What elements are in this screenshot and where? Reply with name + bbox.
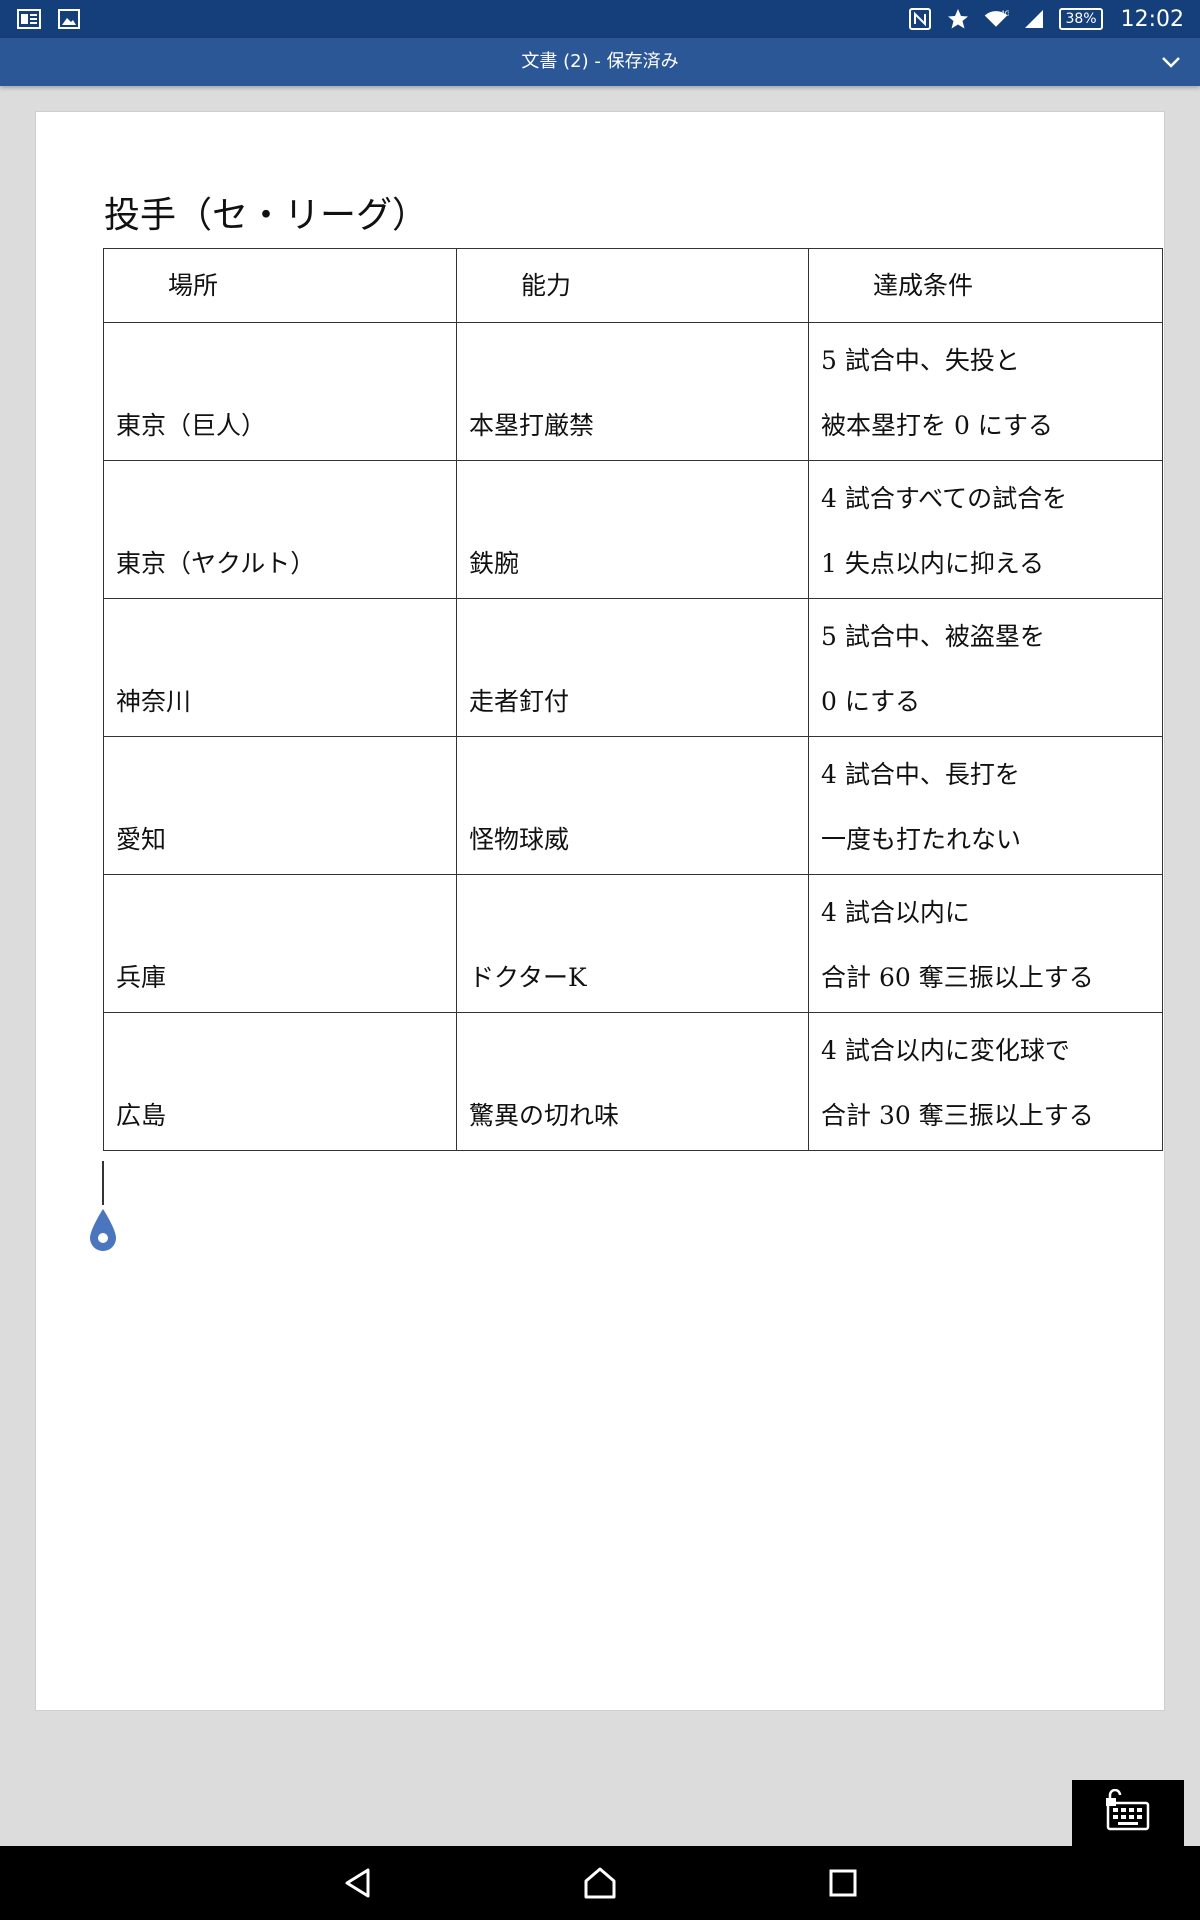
cursor-handle-icon[interactable] [88, 1207, 118, 1255]
condition-cell[interactable]: 4 試合中、長打を 一度も打たれない [808, 736, 1163, 875]
place-cell[interactable]: 東京（巨人） [103, 322, 457, 461]
chevron-down-icon[interactable] [1160, 52, 1182, 72]
news-icon [16, 6, 42, 32]
table-header-cell[interactable]: 達成条件 [808, 248, 1163, 323]
keyboard-icon [1104, 1788, 1152, 1837]
svg-text:4G: 4G [1001, 10, 1010, 18]
condition-cell[interactable]: 5 試合中、失投と 被本塁打を 0 にする [808, 322, 1163, 461]
signal-icon [1021, 6, 1047, 32]
condition-cell[interactable]: 5 試合中、被盗塁を 0 にする [808, 598, 1163, 737]
place-cell[interactable]: 広島 [103, 1012, 457, 1151]
back-icon[interactable] [338, 1862, 380, 1904]
ability-cell[interactable]: ドクターK [456, 874, 809, 1013]
table-row: 神奈川 走者釘付 5 試合中、被盗塁を 0 にする [103, 598, 1163, 737]
table-row: 兵庫 ドクターK 4 試合以内に 合計 60 奪三振以上する [103, 874, 1163, 1013]
table-row: 広島 驚異の切れ味 4 試合以内に変化球で 合計 30 奪三振以上する [103, 1012, 1163, 1151]
ability-cell[interactable]: 走者釘付 [456, 598, 809, 737]
condition-cell[interactable]: 4 試合以内に変化球で 合計 30 奪三振以上する [808, 1012, 1163, 1151]
keyboard-toggle-button[interactable] [1072, 1780, 1184, 1846]
document-title[interactable]: 文書 (2) - 保存済み [0, 38, 1200, 86]
table-header-cell[interactable]: 場所 [103, 248, 457, 323]
star-icon [945, 6, 971, 32]
place-cell[interactable]: 兵庫 [103, 874, 457, 1013]
ability-cell[interactable]: 怪物球威 [456, 736, 809, 875]
wifi-icon: 4G [983, 6, 1009, 32]
table-header-row: 場所 能力 達成条件 [103, 248, 1163, 323]
table-header-cell[interactable]: 能力 [456, 248, 809, 323]
condition-cell[interactable]: 4 試合以内に 合計 60 奪三振以上する [808, 874, 1163, 1013]
status-bar: 4G 38% 12:02 [0, 0, 1200, 38]
conditions-table[interactable]: 場所 能力 達成条件 東京（巨人） 本塁打厳禁 5 試合中、失投と 被本塁打を 0… [103, 248, 1163, 1151]
title-bar: 文書 (2) - 保存済み [0, 38, 1200, 86]
ability-cell[interactable]: 驚異の切れ味 [456, 1012, 809, 1151]
clock: 12:02 [1120, 6, 1184, 32]
ability-cell[interactable]: 鉄腕 [456, 460, 809, 599]
image-icon [56, 6, 82, 32]
battery-indicator: 38% [1059, 8, 1103, 30]
condition-cell[interactable]: 4 試合すべての試合を 1 失点以内に抑える [808, 460, 1163, 599]
table-row: 東京（巨人） 本塁打厳禁 5 試合中、失投と 被本塁打を 0 にする [103, 322, 1163, 461]
ability-cell[interactable]: 本塁打厳禁 [456, 322, 809, 461]
place-cell[interactable]: 愛知 [103, 736, 457, 875]
recent-apps-icon[interactable] [822, 1862, 864, 1904]
document-heading[interactable]: 投手（セ・リーグ） [104, 186, 428, 238]
home-icon[interactable] [579, 1862, 621, 1904]
text-cursor [102, 1161, 104, 1205]
table-row: 愛知 怪物球威 4 試合中、長打を 一度も打たれない [103, 736, 1163, 875]
place-cell[interactable]: 神奈川 [103, 598, 457, 737]
table-row: 東京（ヤクルト） 鉄腕 4 試合すべての試合を 1 失点以内に抑える [103, 460, 1163, 599]
place-cell[interactable]: 東京（ヤクルト） [103, 460, 457, 599]
document-page[interactable]: 投手（セ・リーグ） 場所 能力 達成条件 東京（巨人） 本塁打厳禁 5 試合中、… [35, 111, 1165, 1711]
nfc-icon [907, 6, 933, 32]
navigation-bar [0, 1846, 1200, 1920]
